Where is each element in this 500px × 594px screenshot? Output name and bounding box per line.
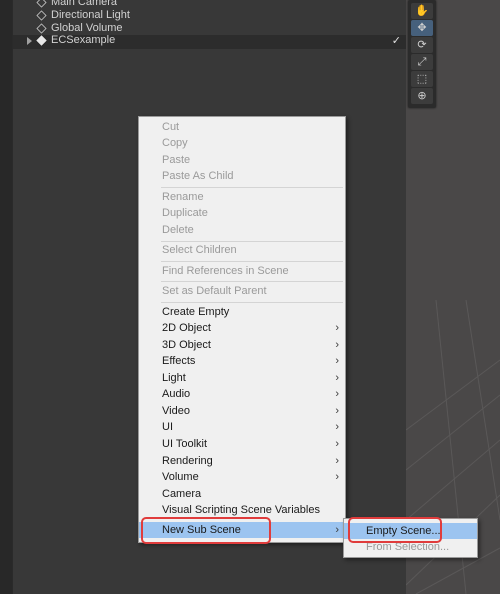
scale-tool-button[interactable]: ⤢ — [411, 54, 433, 70]
menu-item-paste-as-child[interactable]: Paste As Child — [139, 168, 345, 184]
menu-item-cut[interactable]: Cut — [139, 119, 345, 135]
gameobject-icon — [36, 23, 47, 34]
gameobject-icon — [36, 10, 47, 21]
context-menu: Cut Copy Paste Paste As Child Rename Dup… — [138, 116, 346, 543]
chevron-right-icon: › — [335, 355, 339, 367]
menu-item-light[interactable]: Light › — [139, 370, 345, 386]
chevron-right-icon: › — [335, 438, 339, 450]
transform-icon: ⊕ — [417, 90, 427, 102]
menu-item-duplicate[interactable]: Duplicate — [139, 205, 345, 221]
menu-item-find-references[interactable]: Find References in Scene — [139, 263, 345, 279]
menu-item-create-empty[interactable]: Create Empty — [139, 304, 345, 320]
menu-item-paste[interactable]: Paste — [139, 152, 345, 168]
chevron-right-icon: › — [335, 372, 339, 384]
rotate-tool-button[interactable]: ⟳ — [411, 37, 433, 53]
menu-item-set-default-parent[interactable]: Set as Default Parent — [139, 283, 345, 299]
scene-tools-toolbar: ✋ ✥ ⟳ ⤢ ⬚ ⊕ — [408, 0, 436, 108]
menu-item-rename[interactable]: Rename — [139, 189, 345, 205]
menu-separator — [161, 302, 343, 303]
scale-icon: ⤢ — [417, 56, 427, 68]
chevron-right-icon: › — [335, 421, 339, 433]
menu-item-camera[interactable]: Camera — [139, 486, 345, 502]
menu-separator — [161, 261, 343, 262]
menu-separator — [161, 281, 343, 282]
hierarchy-item-label: Global Volume — [51, 22, 123, 34]
menu-item-ui-toolkit[interactable]: UI Toolkit › — [139, 436, 345, 452]
menu-item-2d-object[interactable]: 2D Object › — [139, 320, 345, 336]
chevron-right-icon: › — [335, 339, 339, 351]
rect-icon: ⬚ — [416, 73, 428, 85]
move-icon: ✥ — [417, 22, 427, 34]
chevron-right-icon: › — [335, 524, 339, 536]
highlight-callout-empty-scene — [348, 517, 442, 543]
menu-item-rendering[interactable]: Rendering › — [139, 453, 345, 469]
gameobject-icon — [36, 0, 47, 8]
highlight-callout-new-sub-scene — [141, 517, 271, 544]
rect-tool-button[interactable]: ⬚ — [411, 71, 433, 87]
menu-item-3d-object[interactable]: 3D Object › — [139, 337, 345, 353]
chevron-right-icon: › — [335, 322, 339, 334]
hierarchy-item-ecsexample[interactable]: ECSexample ✓ — [13, 34, 406, 49]
menu-item-visual-scripting-scene-variables[interactable]: Visual Scripting Scene Variables — [139, 502, 345, 518]
move-tool-button[interactable]: ✥ — [411, 20, 433, 36]
menu-item-effects[interactable]: Effects › — [139, 353, 345, 369]
subscene-icon — [36, 35, 47, 46]
hierarchy-item-label: Main Camera — [51, 0, 118, 8]
chevron-right-icon: › — [335, 388, 339, 400]
menu-item-video[interactable]: Video › — [139, 403, 345, 419]
menu-item-ui[interactable]: UI › — [139, 419, 345, 435]
menu-separator — [161, 187, 343, 188]
chevron-right-icon: › — [335, 405, 339, 417]
menu-item-delete[interactable]: Delete — [139, 222, 345, 238]
hand-icon: ✋ — [415, 5, 429, 17]
left-gutter — [0, 0, 12, 594]
hand-tool-button[interactable]: ✋ — [411, 3, 433, 19]
rotate-icon: ⟳ — [417, 39, 427, 51]
hierarchy-item-label: Directional Light — [51, 9, 130, 21]
menu-item-audio[interactable]: Audio › — [139, 386, 345, 402]
menu-item-copy[interactable]: Copy — [139, 135, 345, 151]
expand-arrow-icon[interactable] — [27, 37, 32, 45]
checkmark-icon[interactable]: ✓ — [392, 34, 401, 47]
chevron-right-icon: › — [335, 455, 339, 467]
transform-tool-button[interactable]: ⊕ — [411, 88, 433, 104]
menu-item-volume[interactable]: Volume › — [139, 469, 345, 485]
hierarchy-item-label: ECSexample — [51, 34, 116, 46]
menu-item-select-children[interactable]: Select Children — [139, 242, 345, 258]
chevron-right-icon: › — [335, 471, 339, 483]
